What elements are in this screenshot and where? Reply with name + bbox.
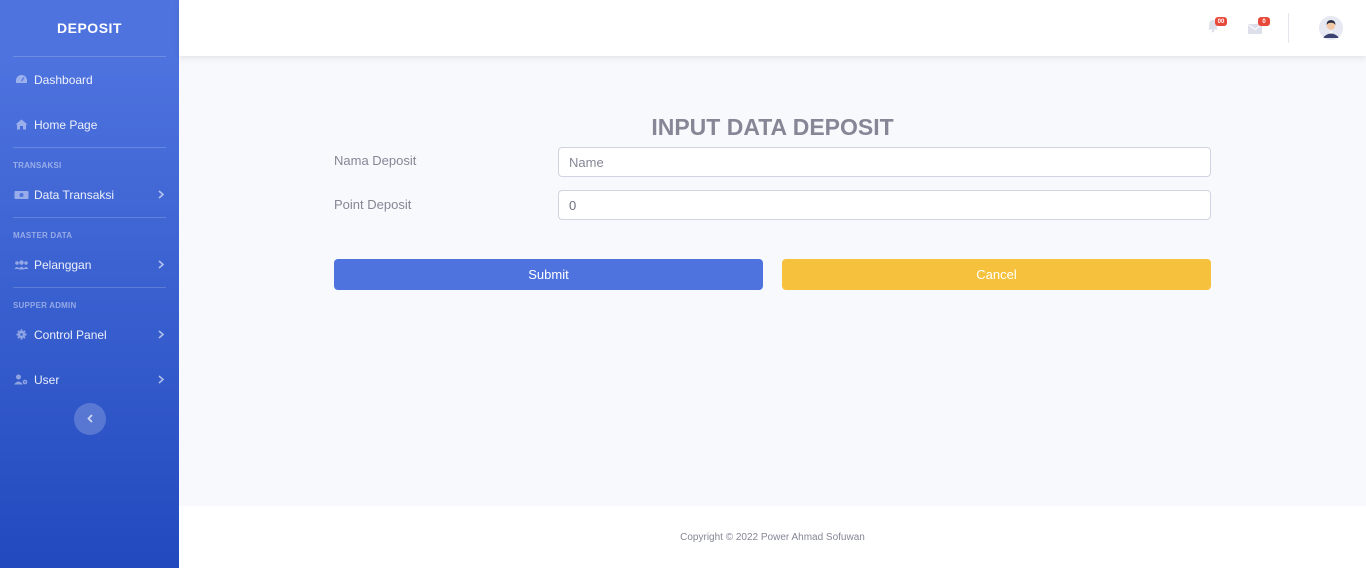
sidebar-item-home-page[interactable]: Home Page bbox=[0, 102, 179, 147]
home-icon bbox=[13, 119, 29, 131]
sidebar-heading-supper-admin: SUPPER ADMIN bbox=[13, 301, 77, 310]
sidebar-brand[interactable]: DEPOSIT bbox=[0, 0, 179, 56]
sidebar-toggle-button[interactable] bbox=[74, 403, 106, 435]
alerts-button[interactable]: 00 bbox=[1207, 17, 1227, 38]
nama-deposit-label: Nama Deposit bbox=[334, 153, 417, 168]
avatar[interactable] bbox=[1319, 16, 1343, 40]
cog-icon bbox=[13, 329, 29, 341]
point-deposit-input[interactable] bbox=[558, 190, 1211, 220]
messages-button[interactable]: 0 bbox=[1248, 17, 1270, 39]
user-avatar-icon bbox=[1319, 16, 1343, 40]
chevron-right-icon bbox=[158, 258, 165, 272]
sidebar-item-control-panel[interactable]: Control Panel bbox=[0, 312, 179, 357]
user-cog-icon bbox=[13, 374, 29, 386]
submit-button[interactable]: Submit bbox=[334, 259, 763, 290]
point-deposit-label: Point Deposit bbox=[334, 197, 412, 212]
topbar-divider bbox=[1288, 13, 1289, 43]
sidebar-item-label: Data Transaksi bbox=[34, 187, 115, 202]
users-icon bbox=[13, 259, 29, 271]
sidebar-item-pelanggan[interactable]: Pelanggan bbox=[0, 242, 179, 287]
sidebar: DEPOSIT Dashboard Home Page TRANSAKSI Da… bbox=[0, 0, 179, 568]
copyright-text: Copyright © 2022 Power Ahmad Sofuwan bbox=[680, 531, 865, 543]
money-icon bbox=[13, 189, 29, 201]
messages-badge: 0 bbox=[1258, 17, 1270, 26]
sidebar-item-label: Home Page bbox=[34, 117, 98, 132]
cancel-button[interactable]: Cancel bbox=[782, 259, 1211, 290]
sidebar-item-dashboard[interactable]: Dashboard bbox=[0, 57, 179, 102]
sidebar-heading-transaksi: TRANSAKSI bbox=[13, 161, 62, 170]
sidebar-item-label: Pelanggan bbox=[34, 257, 92, 272]
sidebar-item-label: Dashboard bbox=[34, 72, 93, 87]
nama-deposit-input[interactable] bbox=[558, 147, 1211, 177]
alerts-badge: 00 bbox=[1215, 17, 1227, 26]
sidebar-item-label: Control Panel bbox=[34, 327, 107, 342]
sidebar-heading-master-data: MASTER DATA bbox=[13, 231, 73, 240]
sidebar-item-label: User bbox=[34, 372, 60, 387]
chevron-right-icon bbox=[158, 188, 165, 202]
sidebar-item-data-transaksi[interactable]: Data Transaksi bbox=[0, 172, 179, 217]
chevron-right-icon bbox=[158, 328, 165, 342]
sidebar-item-user[interactable]: User bbox=[0, 357, 179, 402]
tachometer-icon bbox=[13, 74, 29, 86]
page-title: INPUT DATA DEPOSIT bbox=[651, 114, 894, 140]
footer: Copyright © 2022 Power Ahmad Sofuwan bbox=[179, 506, 1366, 568]
topbar: 00 0 bbox=[179, 0, 1366, 56]
chevron-right-icon bbox=[158, 373, 165, 387]
chevron-left-icon bbox=[87, 410, 93, 428]
